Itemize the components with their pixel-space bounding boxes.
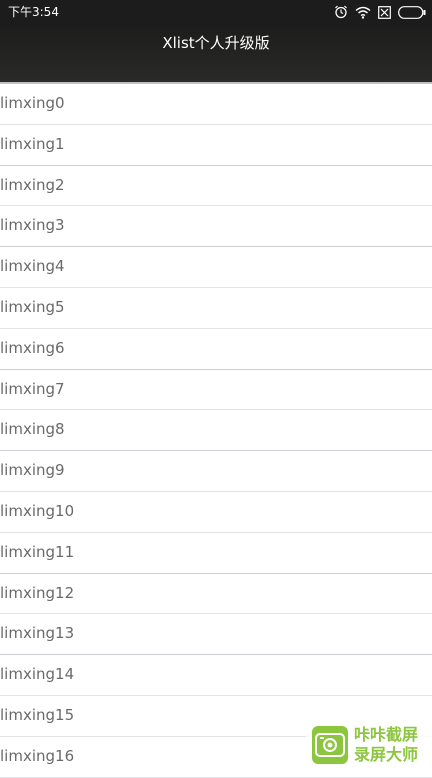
list-item[interactable]: limxing1 [0,124,432,166]
list-item[interactable]: limxing2 [0,165,432,207]
watermark-line2: 录屏大师 [354,745,419,764]
list-item[interactable]: limxing5 [0,287,432,329]
list-item[interactable]: limxing13 [0,614,432,656]
watermark-line1: 咔咔截屏 [354,725,419,744]
list-item[interactable]: limxing3 [0,206,432,248]
wifi-icon [355,6,371,19]
sim-off-icon [378,5,391,19]
list-item[interactable]: limxing6 [0,328,432,370]
page-title: Xlist个人升级版 [162,34,270,52]
list-item[interactable]: limxing9 [0,451,432,492]
title-bar: Xlist个人升级版 [0,24,432,82]
watermark-text: 咔咔截屏 录屏大师 [354,725,418,765]
alarm-icon [334,5,348,19]
list-item[interactable]: limxing7 [0,369,432,411]
status-bar: 下午3:54 [0,0,432,24]
list-item[interactable]: limxing14 [0,655,432,696]
watermark: 咔咔截屏 录屏大师 [306,722,432,768]
list-item[interactable]: limxing11 [0,532,432,574]
list-item[interactable]: limxing10 [0,491,432,533]
item-list: limxing0 limxing1 limxing2 limxing3 limx… [0,84,432,778]
battery-icon [398,5,426,19]
list-item[interactable]: limxing8 [0,410,432,452]
list-item[interactable]: limxing0 [0,84,432,125]
camera-logo-icon [312,726,348,764]
list-item[interactable]: limxing4 [0,247,432,288]
list-item[interactable]: limxing12 [0,573,432,615]
status-icons [334,4,426,20]
status-time: 下午3:54 [8,5,59,19]
